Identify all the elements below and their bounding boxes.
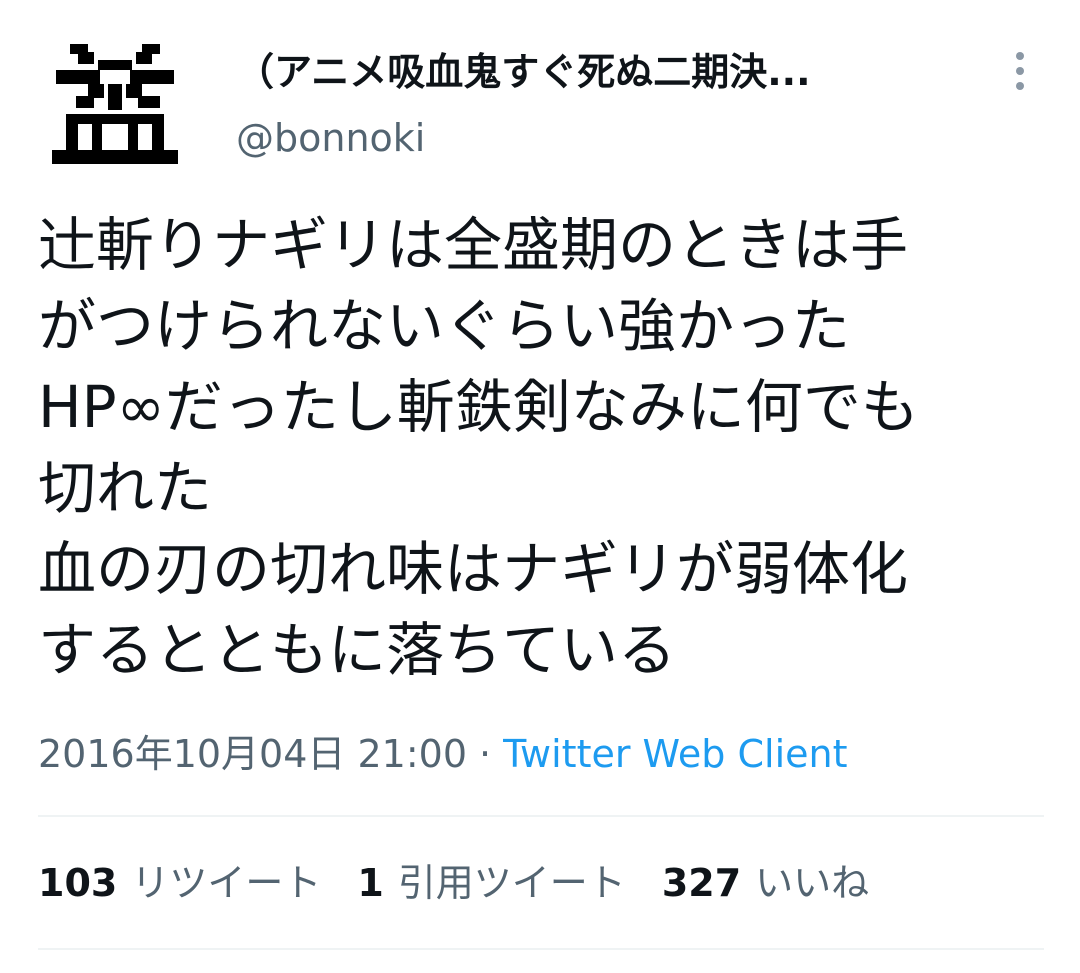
likes-label: いいね (755, 861, 870, 905)
quotes-count: 1 (357, 861, 384, 905)
quotes-label: 引用ツイート (397, 861, 626, 905)
retweets-stat[interactable]: 103 リツイート (38, 855, 321, 911)
tweet-source-link[interactable]: Twitter Web Client (503, 732, 847, 776)
avatar[interactable] (48, 38, 182, 172)
more-vertical-icon[interactable] (1000, 44, 1040, 98)
tweet-stats: 103 リツイート 1 引用ツイート 327 いいね (38, 855, 869, 911)
divider (38, 815, 1044, 817)
avatar-kanji-glyph (52, 44, 178, 164)
author-display-name[interactable]: （アニメ吸血鬼すぐ死ぬ二期決... (236, 44, 936, 100)
more-dot (1016, 67, 1024, 75)
divider (38, 948, 1044, 950)
more-dot (1016, 82, 1024, 90)
likes-count: 327 (661, 861, 742, 905)
tweet-body-text: 辻斬りナギリは全盛期のときは手 がつけられないぐらい強かった HP∞だったし斬鉄… (38, 211, 919, 684)
meta-separator: · (479, 732, 492, 776)
tweet-timestamp[interactable]: 2016年10月04日 21:00 (38, 732, 467, 776)
tweet-detail: （アニメ吸血鬼すぐ死ぬ二期決... @bonnoki 辻斬りナギリは全盛期のとき… (0, 0, 1080, 973)
retweets-count: 103 (38, 861, 118, 905)
more-dot (1016, 52, 1024, 60)
retweets-label: リツイート (131, 861, 322, 905)
quotes-stat[interactable]: 1 引用ツイート (357, 855, 625, 911)
likes-stat[interactable]: 327 いいね (662, 855, 869, 911)
author-handle[interactable]: @bonnoki (236, 110, 425, 166)
tweet-meta: 2016年10月04日 21:00 · Twitter Web Client (38, 726, 847, 782)
